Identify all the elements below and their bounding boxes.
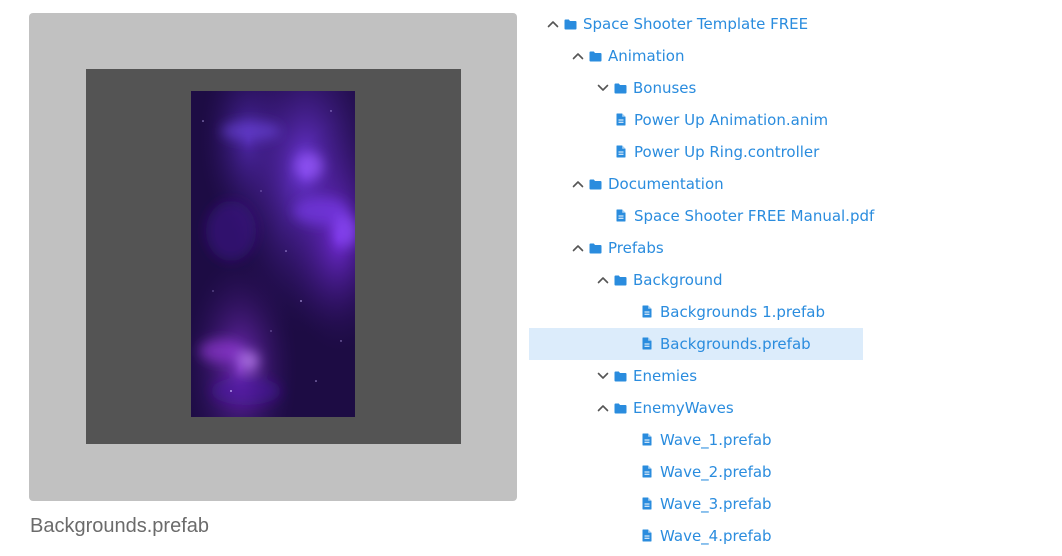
- tree-item-label: Backgrounds.prefab: [660, 335, 811, 353]
- tree-item-label: Power Up Ring.controller: [634, 143, 820, 161]
- tree-item-label: Space Shooter FREE Manual.pdf: [634, 207, 875, 225]
- tree-folder-row[interactable]: Background: [529, 264, 863, 296]
- file-tree: Space Shooter Template FREE Animation Bonu…: [529, 8, 874, 552]
- tree-item-label: Enemies: [633, 367, 698, 385]
- chevron-down-icon[interactable]: [596, 369, 610, 383]
- asset-preview-panel: [29, 13, 517, 501]
- file-icon: [640, 337, 653, 350]
- tree-item-label: Prefabs: [608, 239, 664, 257]
- folder-icon: [614, 274, 627, 287]
- file-icon: [640, 305, 653, 318]
- folder-icon: [589, 50, 602, 63]
- chevron-up-icon[interactable]: [571, 241, 585, 255]
- preview-viewport: [86, 69, 461, 444]
- tree-item-label: Wave_4.prefab: [660, 527, 772, 545]
- file-icon: [614, 209, 627, 222]
- tree-file-row[interactable]: Wave_1.prefab: [529, 424, 863, 456]
- file-icon: [640, 465, 653, 478]
- file-icon: [640, 433, 653, 446]
- tree-folder-row[interactable]: Prefabs: [529, 232, 863, 264]
- tree-file-row[interactable]: Wave_3.prefab: [529, 488, 863, 520]
- tree-item-label: Background: [633, 271, 723, 289]
- tree-item-label: EnemyWaves: [633, 399, 734, 417]
- asset-browser: Backgrounds.prefab Space Shooter Templat…: [0, 0, 1062, 556]
- tree-folder-row[interactable]: Enemies: [529, 360, 863, 392]
- folder-icon: [589, 242, 602, 255]
- chevron-up-icon[interactable]: [571, 177, 585, 191]
- chevron-up-icon[interactable]: [596, 401, 610, 415]
- tree-item-label: Bonuses: [633, 79, 697, 97]
- chevron-up-icon[interactable]: [571, 49, 585, 63]
- tree-item-label: Power Up Animation.anim: [634, 111, 829, 129]
- tree-file-row[interactable]: Space Shooter FREE Manual.pdf: [529, 200, 874, 232]
- chevron-up-icon[interactable]: [546, 17, 560, 31]
- tree-file-row[interactable]: Backgrounds 1.prefab: [529, 296, 863, 328]
- chevron-up-icon[interactable]: [596, 273, 610, 287]
- folder-icon: [589, 178, 602, 191]
- tree-file-row[interactable]: Power Up Animation.anim: [529, 104, 863, 136]
- space-background-thumbnail: [191, 91, 355, 417]
- tree-file-row[interactable]: Wave_4.prefab: [529, 520, 863, 552]
- file-icon: [614, 113, 627, 126]
- folder-icon: [564, 18, 577, 31]
- folder-icon: [614, 370, 627, 383]
- tree-folder-row[interactable]: Documentation: [529, 168, 863, 200]
- folder-icon: [614, 82, 627, 95]
- tree-item-label: Wave_2.prefab: [660, 463, 772, 481]
- tree-file-row[interactable]: Wave_2.prefab: [529, 456, 863, 488]
- file-icon: [640, 497, 653, 510]
- tree-file-row[interactable]: Power Up Ring.controller: [529, 136, 863, 168]
- tree-folder-row[interactable]: Bonuses: [529, 72, 863, 104]
- tree-item-label: Wave_1.prefab: [660, 431, 772, 449]
- file-icon: [614, 145, 627, 158]
- tree-file-row[interactable]: Backgrounds.prefab: [529, 328, 863, 360]
- tree-item-label: Wave_3.prefab: [660, 495, 772, 513]
- tree-item-label: Space Shooter Template FREE: [583, 15, 809, 33]
- tree-item-label: Animation: [608, 47, 685, 65]
- chevron-down-icon[interactable]: [596, 81, 610, 95]
- tree-folder-row[interactable]: Animation: [529, 40, 863, 72]
- tree-folder-row[interactable]: EnemyWaves: [529, 392, 863, 424]
- file-icon: [640, 529, 653, 542]
- tree-folder-row[interactable]: Space Shooter Template FREE: [529, 8, 863, 40]
- folder-icon: [614, 402, 627, 415]
- tree-item-label: Backgrounds 1.prefab: [660, 303, 825, 321]
- tree-item-label: Documentation: [608, 175, 724, 193]
- preview-caption: Backgrounds.prefab: [30, 515, 210, 537]
